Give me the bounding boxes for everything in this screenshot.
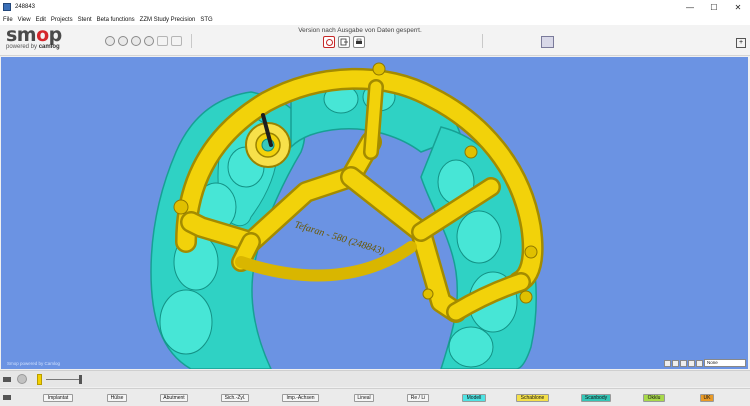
toolbar-center-buttons	[323, 36, 365, 48]
zoom-icon[interactable]	[664, 359, 671, 367]
template-rear-strip	[235, 241, 417, 282]
opacity-slider-track[interactable]	[46, 379, 82, 380]
export-button[interactable]	[338, 36, 350, 48]
toolbar: smop powered by camlog Version nach Ausg…	[0, 25, 750, 56]
menu-bar: File View Edit Projects Stent Beta funct…	[0, 14, 750, 25]
view-layout-button[interactable]	[541, 36, 554, 48]
camera-icon[interactable]	[144, 36, 154, 46]
dental-scene: Tefaran - 580 (248843)	[150, 62, 544, 369]
camera-icon[interactable]	[131, 36, 141, 46]
viewport-tools: None	[664, 359, 746, 367]
template-knob	[173, 199, 189, 215]
template-knob	[519, 290, 533, 304]
menu-file[interactable]: File	[3, 17, 13, 23]
filter-lineal[interactable]: Lineal	[354, 394, 374, 402]
print-icon	[356, 38, 362, 44]
maximize-button[interactable]: ☐	[702, 0, 726, 14]
window-title: 248843	[15, 4, 36, 10]
template-knob	[524, 245, 538, 259]
reset-view-icon[interactable]	[672, 359, 679, 367]
model-tooth	[456, 210, 502, 264]
template-color-swatch[interactable]	[37, 374, 42, 385]
stop-icon	[325, 38, 333, 46]
filter-okklu[interactable]: Okklu	[643, 394, 665, 402]
expand-button[interactable]: +	[736, 38, 746, 48]
template-label: Tefaran - 580 (248843)	[293, 219, 386, 257]
watermark: Smop powered by Camlog	[7, 361, 61, 366]
export-icon	[340, 38, 348, 46]
pan-icon[interactable]	[680, 359, 687, 367]
status-message: Version nach Ausgabe von Daten gesperrt.	[298, 27, 422, 34]
filter-re-li[interactable]: Re / Li	[407, 394, 429, 402]
template-knob	[372, 62, 386, 76]
filter-schablone[interactable]: Schablone	[516, 394, 549, 402]
toolbar-separator	[191, 34, 192, 48]
menu-zzm-study-precision[interactable]: ZZM Study Precision	[140, 17, 196, 23]
toolbar-left-icons	[105, 36, 182, 46]
curve-icon[interactable]	[157, 36, 168, 46]
menu-stg[interactable]: STG	[200, 17, 212, 23]
panel-icon[interactable]	[3, 395, 11, 400]
gear-icon[interactable]	[17, 374, 27, 384]
model-tooth	[159, 289, 213, 355]
fit-icon[interactable]	[696, 359, 703, 367]
template-knob	[422, 288, 434, 300]
eye-icon[interactable]	[105, 36, 115, 46]
toolbar-separator	[482, 34, 483, 48]
slider-bar	[0, 370, 750, 387]
filter-scanbody[interactable]: Scanbody	[581, 394, 611, 402]
model-tooth	[448, 326, 494, 368]
filter-sich-zyl[interactable]: Sich.-Zyl.	[221, 394, 249, 402]
template-knob	[464, 145, 478, 159]
filter-huelse[interactable]: Hülse	[107, 394, 127, 402]
menu-projects[interactable]: Projects	[51, 17, 73, 23]
filter-modell[interactable]: Modell	[462, 394, 486, 402]
filter-uk[interactable]: UK	[700, 394, 714, 402]
app-icon	[3, 3, 11, 11]
template-upright	[365, 81, 382, 158]
curve-icon[interactable]	[171, 36, 182, 46]
menu-edit[interactable]: Edit	[36, 17, 46, 23]
close-button[interactable]: ✕	[726, 0, 750, 14]
menu-view[interactable]: View	[18, 17, 31, 23]
filter-imp-achsen[interactable]: Imp.-Achsen	[282, 394, 319, 402]
filter-abutment[interactable]: Abutment	[160, 394, 188, 402]
minimize-button[interactable]: —	[678, 0, 702, 14]
rotate-icon[interactable]	[688, 359, 695, 367]
smop-logo: smop powered by camlog	[6, 24, 62, 51]
panel-icon[interactable]	[3, 377, 11, 382]
stop-button[interactable]	[323, 36, 335, 48]
print-button[interactable]	[353, 36, 365, 48]
view-select[interactable]: None	[704, 359, 746, 367]
3d-viewport[interactable]: Tefaran - 580 (248843) Smop powered by C…	[1, 57, 748, 369]
filter-bar: Implantat Hülse Abutment Sich.-Zyl. Imp.…	[0, 388, 750, 406]
opacity-slider-thumb[interactable]	[79, 375, 82, 384]
title-bar: 248843 — ☐ ✕	[0, 0, 750, 14]
filter-implantat[interactable]: Implantat	[43, 394, 73, 402]
menu-beta-functions[interactable]: Beta functions	[97, 17, 135, 23]
menu-stent[interactable]: Stent	[78, 17, 92, 23]
tooth-icon[interactable]	[118, 36, 128, 46]
